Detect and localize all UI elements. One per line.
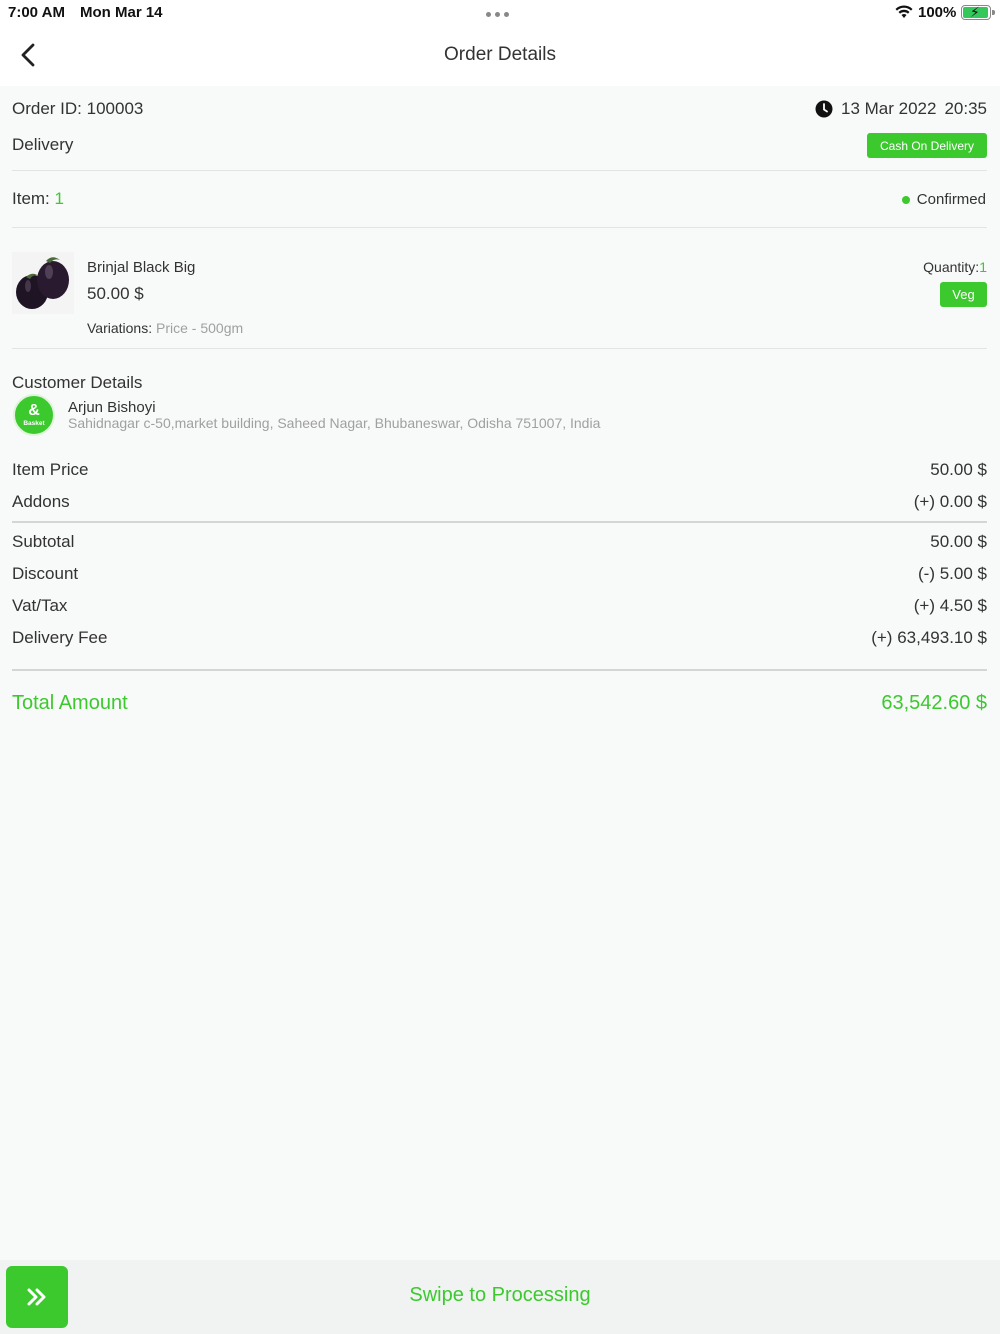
order-date: 13 Mar 2022: [841, 99, 937, 118]
total-amount-row: Total Amount 63,542.60 $: [12, 692, 987, 715]
item-price-row: Item Price 50.00 $: [12, 460, 987, 480]
discount-value: (-) 5.00 $: [918, 564, 987, 583]
product-quantity: Quantity:1: [923, 259, 987, 275]
quantity-value: 1: [979, 259, 987, 275]
customer-name: Arjun Bishoyi: [68, 399, 156, 416]
battery-icon: ⚡: [961, 4, 995, 20]
product-price: 50.00 $: [87, 284, 144, 303]
quantity-label: Quantity:: [923, 259, 980, 275]
delivery-fee-label: Delivery Fee: [12, 628, 108, 647]
payment-method-badge: Cash On Delivery: [867, 133, 987, 158]
delivery-fee-value: (+) 63,493.10 $: [871, 628, 987, 647]
svg-text:Basket: Basket: [23, 420, 45, 427]
divider: [12, 170, 987, 171]
veg-badge: Veg: [940, 282, 987, 307]
vat-label: Vat/Tax: [12, 596, 68, 615]
addons-value: (+) 0.00 $: [913, 492, 987, 511]
item-count-label: Item:: [12, 189, 55, 208]
wifi-icon: [895, 5, 913, 18]
battery-percentage: 100%: [918, 4, 957, 21]
customer-address: Sahidnagar c-50,market building, Saheed …: [68, 415, 601, 431]
divider: [12, 669, 987, 671]
subtotal-label: Subtotal: [12, 532, 75, 551]
subtotal-value: 50.00 $: [930, 532, 987, 551]
navigation-bar: Order Details: [0, 26, 1000, 86]
item-count-value: 1: [54, 189, 64, 208]
addons-row: Addons (+) 0.00 $: [12, 492, 987, 512]
status-bar: 7:00 AM Mon Mar 14 100% ⚡: [0, 0, 1000, 26]
status-label: Confirmed: [916, 191, 986, 208]
product-name: Brinjal Black Big: [87, 259, 196, 276]
divider: [12, 348, 987, 349]
order-time: 20:35: [944, 99, 987, 118]
divider: [12, 227, 987, 228]
clock-icon: [815, 100, 833, 118]
discount-label: Discount: [12, 564, 79, 583]
status-dot-icon: [901, 195, 910, 204]
product-image: [12, 252, 74, 314]
page-title: Order Details: [444, 44, 556, 65]
vat-row: Vat/Tax (+) 4.50 $: [12, 596, 987, 616]
item-count: Item: 1: [12, 189, 987, 209]
variations-label: Variations:: [87, 320, 156, 336]
order-status: Confirmed: [901, 191, 986, 208]
order-datetime: 13 Mar 2022 20:35: [815, 99, 987, 119]
divider: [12, 521, 987, 523]
status-time: 7:00 AM: [8, 4, 65, 21]
total-amount-label: Total Amount: [12, 692, 128, 714]
total-amount-value: 63,542.60 $: [881, 692, 987, 714]
delivery-fee-row: Delivery Fee (+) 63,493.10 $: [12, 628, 987, 648]
addons-label: Addons: [12, 492, 70, 511]
swipe-label: Swipe to Processing: [409, 1284, 591, 1306]
customer-avatar: & Basket: [13, 394, 55, 436]
subtotal-row: Subtotal 50.00 $: [12, 532, 987, 552]
product-variations: Variations: Price - 500gm: [87, 320, 243, 336]
customer-details-heading: Customer Details: [12, 373, 143, 392]
vat-value: (+) 4.50 $: [913, 596, 987, 615]
item-price-label: Item Price: [12, 460, 89, 479]
variations-value: Price - 500gm: [156, 320, 244, 336]
order-type: Delivery: [12, 135, 74, 154]
swipe-to-process-bar[interactable]: Swipe to Processing: [0, 1260, 1000, 1334]
svg-text:&: &: [28, 402, 40, 419]
discount-row: Discount (-) 5.00 $: [12, 564, 987, 584]
multitasking-dots-icon[interactable]: [486, 12, 509, 17]
item-price-value: 50.00 $: [930, 460, 987, 479]
status-date: Mon Mar 14: [80, 4, 163, 21]
